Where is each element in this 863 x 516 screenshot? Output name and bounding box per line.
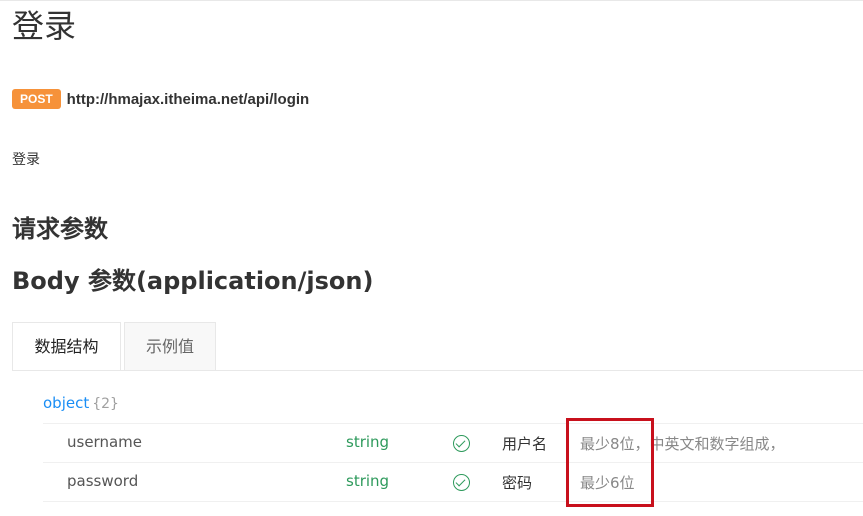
tab-example-value[interactable]: 示例值 bbox=[124, 322, 216, 371]
schema-field-row: username string 用户名 最少8位，中英文和数字组成， bbox=[0, 424, 863, 462]
tab-data-structure[interactable]: 数据结构 bbox=[12, 322, 121, 371]
field-name: password bbox=[67, 472, 139, 490]
schema-root[interactable]: object {2} bbox=[43, 394, 119, 412]
request-params-heading: 请求参数 bbox=[12, 215, 108, 243]
api-doc-page: 登录 POST http://hmajax.itheima.net/api/lo… bbox=[0, 0, 863, 516]
endpoint-url[interactable]: http://hmajax.itheima.net/api/login bbox=[67, 91, 310, 108]
field-description-rest: ，中英文和数字组成， bbox=[634, 435, 785, 453]
field-type: string bbox=[346, 433, 390, 451]
field-label: 用户名 bbox=[502, 435, 548, 453]
body-params-heading: Body 参数(application/json) bbox=[12, 267, 374, 295]
method-badge: POST bbox=[12, 89, 61, 109]
tabs-divider bbox=[12, 370, 863, 371]
row-divider bbox=[43, 501, 863, 502]
schema-root-type: object bbox=[43, 394, 90, 412]
schema-root-count: {2} bbox=[92, 396, 119, 412]
page-title: 登录 bbox=[12, 7, 77, 45]
top-divider bbox=[0, 0, 863, 1]
field-name: username bbox=[67, 433, 142, 451]
required-check-icon bbox=[453, 474, 470, 491]
field-label: 密码 bbox=[502, 474, 533, 492]
schema-field-row: password string 密码 最少6位 bbox=[0, 463, 863, 501]
annotation-highlight-box bbox=[566, 418, 654, 507]
required-check-icon bbox=[453, 435, 470, 452]
endpoint-description: 登录 bbox=[12, 152, 40, 168]
endpoint-row: POST http://hmajax.itheima.net/api/login bbox=[12, 88, 309, 110]
field-type: string bbox=[346, 472, 390, 490]
